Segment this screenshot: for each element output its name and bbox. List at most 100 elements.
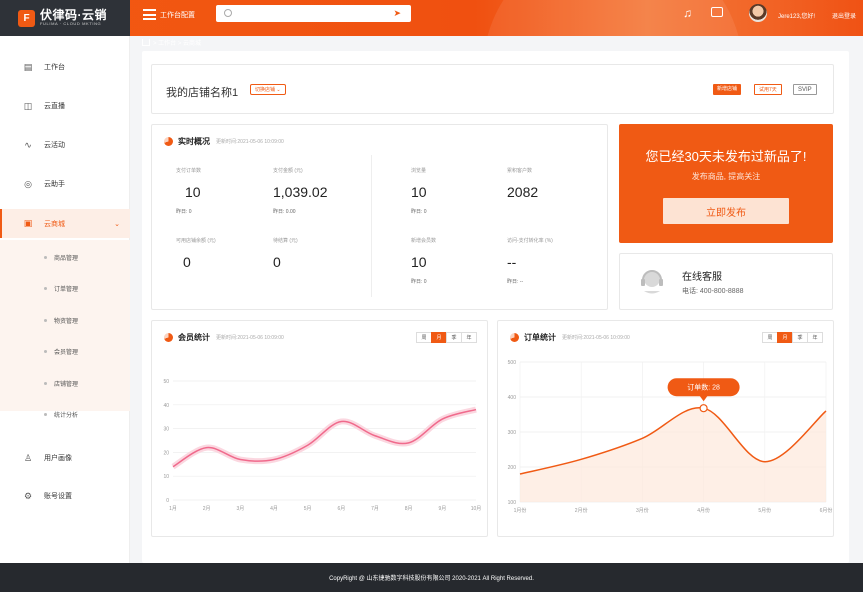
y-tick-label: 20 xyxy=(163,450,169,456)
sidebar-item-live[interactable]: ◫ 云直播 xyxy=(0,93,130,119)
realtime-overview-card: 实时概况 更新时间:2021-05-06 10:09:00 支付订单数 10 昨日: … xyxy=(151,124,608,310)
new-product-promo: 您已经30天未发布过新品了! 发布商品, 提高关注 立即发布 xyxy=(619,124,833,243)
series-line-shadow xyxy=(171,406,477,470)
sidebar-item-account-settings[interactable]: ⚙ 账号设置 xyxy=(0,483,130,509)
sub-item-products[interactable]: 商品管理 xyxy=(0,247,130,267)
activity-icon: ∿ xyxy=(24,139,32,150)
brand-subtitle: FULIMA · CLOUD MKTING xyxy=(40,21,102,26)
order-area-chart: 100 200 300 400 500 1月份 2月份 3月份 4月份 5月份 6月份 订单数: 28 xyxy=(508,360,833,514)
stat-paid-amount: 支付金额 (元) 1,039.02 昨日: 0.00 xyxy=(273,168,328,215)
series-line xyxy=(172,408,477,468)
brand-name: 伏律码·云销 xyxy=(40,8,107,22)
store-header-card: 我的店铺名称1 切换店铺 ⌄ 新增店铺 试用7天 SVIP xyxy=(151,64,834,114)
member-line-chart: 0 10 20 30 40 50 1月 2月 3月 4月 5月 6月 7月 8月 9月 10月 xyxy=(163,379,482,512)
stats-divider xyxy=(371,155,372,297)
home-icon[interactable] xyxy=(142,38,150,46)
send-arrow-icon[interactable]: ➤ xyxy=(393,8,401,19)
message-icon[interactable] xyxy=(711,7,723,17)
x-tick-label: 1月份 xyxy=(514,507,527,514)
service-phone: 电话: 400-800-8888 xyxy=(682,288,744,295)
sidebar-item-assistant[interactable]: ◎ 云助手 xyxy=(0,171,130,197)
headset-icon xyxy=(641,270,663,294)
logout-link[interactable]: 退出登录 xyxy=(832,11,856,20)
search-input[interactable] xyxy=(236,7,386,20)
sub-item-materials[interactable]: 物资管理 xyxy=(0,310,130,330)
x-tick-label: 10月 xyxy=(471,506,482,512)
y-tick-label: 50 xyxy=(163,379,169,385)
x-tick-label: 3月份 xyxy=(636,507,649,514)
x-tick-label: 3月 xyxy=(236,506,244,512)
y-tick-label: 30 xyxy=(163,427,169,433)
y-tick-label: 200 xyxy=(508,465,517,471)
stat-conversion-rate: 访问-支付转化率 (%) -- 昨日: -- xyxy=(507,238,553,285)
camera-icon: ◫ xyxy=(23,100,33,111)
sidebar-item-user-profile[interactable]: ♙ 用户画像 xyxy=(0,445,130,471)
x-tick-label: 6月 xyxy=(337,506,345,512)
user-greeting[interactable]: Jere123,您好! xyxy=(778,11,815,20)
user-icon: ♙ xyxy=(23,452,33,463)
mall-submenu: 商品管理 订单管理 物资管理 会员管理 店铺管理 统计分析 xyxy=(0,240,130,419)
hamburger-menu-icon[interactable] xyxy=(143,9,156,20)
y-tick-label: 500 xyxy=(508,360,517,366)
x-tick-label: 1月 xyxy=(169,506,177,512)
svip-badge[interactable]: SVIP xyxy=(793,84,817,95)
service-title: 在线客服 xyxy=(682,272,722,283)
sidebar-item-workbench[interactable]: ▤ 工作台 xyxy=(0,54,130,80)
add-store-button[interactable]: 新增店铺 xyxy=(713,84,742,95)
x-tick-label: 8月 xyxy=(405,506,413,512)
x-tick-label: 4月 xyxy=(270,506,278,512)
y-tick-label: 400 xyxy=(508,395,517,401)
search-icon xyxy=(224,9,232,17)
publish-now-button[interactable]: 立即发布 xyxy=(663,198,789,224)
y-tick-label: 300 xyxy=(508,430,517,436)
sidebar-item-activity[interactable]: ∿ 云活动 xyxy=(0,132,130,158)
stat-new-members: 新增会员数 10 昨日: 0 xyxy=(411,238,437,285)
y-tick-label: 10 xyxy=(163,474,169,480)
x-tick-label: 9月 xyxy=(438,506,446,512)
tooltip-pointer xyxy=(699,395,708,402)
x-tick-label: 2月份 xyxy=(575,507,588,514)
workspace-config-link[interactable]: 工作台配置 xyxy=(160,10,195,20)
sub-item-members[interactable]: 会员管理 xyxy=(0,341,130,361)
promo-headline: 您已经30天未发布过新品了! xyxy=(645,149,807,164)
gear-icon: ⚙ xyxy=(23,490,33,501)
customer-service-card[interactable]: 在线客服 电话: 400-800-8888 xyxy=(619,253,833,310)
x-tick-label: 7月 xyxy=(371,506,379,512)
search-box[interactable]: ➤ xyxy=(216,5,411,22)
y-tick-label: 100 xyxy=(508,500,517,506)
y-tick-label: 40 xyxy=(163,403,169,409)
x-tick-label: 6月份 xyxy=(820,507,833,514)
brand-logo[interactable]: F 伏律码·云销 FULIMA · CLOUD MKTING xyxy=(0,0,130,36)
tooltip-text: 订单数: 28 xyxy=(687,383,720,392)
check-circle-icon: ◎ xyxy=(24,178,32,189)
header-decoration xyxy=(483,0,743,36)
x-tick-label: 4月份 xyxy=(697,507,710,514)
notification-bell-icon[interactable]: ♫ xyxy=(683,6,692,20)
section-logo-icon xyxy=(164,137,173,146)
highlight-point xyxy=(699,404,708,413)
member-stats-card: 会员统计 更新时间:2021-05-06 10:09:00 周 月 季 年 0 10… xyxy=(151,320,488,537)
top-bar: F 伏律码·云销 FULIMA · CLOUD MKTING 工作台配置 ➤ ♫… xyxy=(0,0,863,36)
stat-paid-orders: 支付订单数 10 昨日: 0 xyxy=(176,168,202,215)
store-name: 我的店铺名称1 xyxy=(166,87,239,99)
x-tick-label: 5月 xyxy=(304,506,312,512)
order-stats-card: 订单统计 更新时间:2021-05-06 10:09:00 周 月 季 年 100… xyxy=(497,320,834,537)
store-icon: ▣ xyxy=(23,218,33,228)
stat-store-balance: 可用店铺余额 (元) 0 xyxy=(176,238,216,270)
sub-item-stores[interactable]: 店铺管理 xyxy=(0,373,130,393)
switch-store-button[interactable]: 切换店铺 ⌄ xyxy=(250,84,286,95)
trial-badge[interactable]: 试用7天 xyxy=(754,84,782,95)
sidebar-item-mall[interactable]: ▣ 云商城 ⌄ xyxy=(0,209,130,238)
x-tick-label: 2月 xyxy=(203,506,211,512)
x-tick-label: 5月份 xyxy=(758,507,771,514)
clipboard-icon: ▤ xyxy=(23,61,33,72)
stat-total-customers: 累积客户数 2082 xyxy=(507,168,539,200)
realtime-title: 实时概况 更新时间:2021-05-06 10:09:00 xyxy=(164,136,284,147)
sidebar: ▤ 工作台 ◫ 云直播 ∿ 云活动 ◎ 云助手 ▣ 云商城 ⌄ 商品管理 订单管理 物资管理… xyxy=(0,36,130,563)
footer-copyright: CopyRight @ 山东捷驰数字科技股份有限公司 2020-2021 All… xyxy=(0,563,863,592)
sub-item-orders[interactable]: 订单管理 xyxy=(0,278,130,298)
stat-page-views: 浏览量 10 昨日: 0 xyxy=(411,168,427,215)
breadcrumb: > 工作台 > 云商城 xyxy=(142,36,201,48)
avatar[interactable] xyxy=(749,4,767,22)
sub-item-analytics[interactable]: 统计分析 xyxy=(0,404,130,424)
